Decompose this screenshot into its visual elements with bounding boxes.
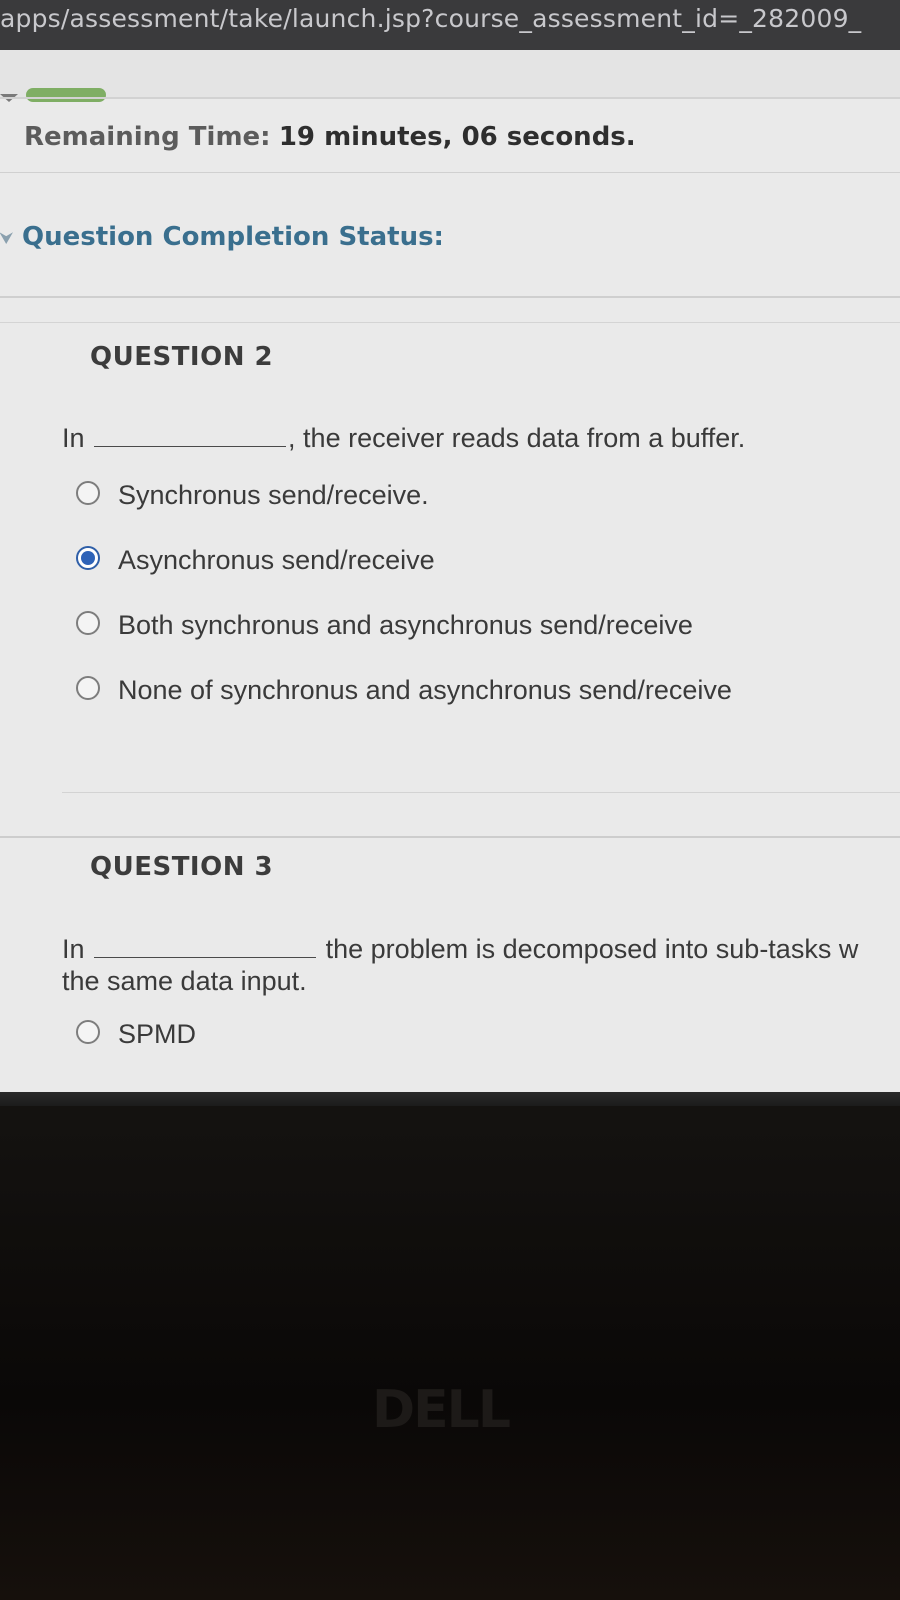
laptop-bezel — [0, 1092, 900, 1106]
divider — [0, 172, 900, 173]
radio-button[interactable] — [76, 1020, 100, 1044]
radio-button[interactable] — [76, 611, 100, 635]
header-strip — [0, 50, 900, 98]
chevron-down-icon: ⮟ — [0, 228, 13, 247]
question-3-text-line2: the same data input. — [62, 966, 307, 996]
fill-in-blank — [94, 935, 317, 958]
divider — [0, 836, 900, 838]
divider — [0, 322, 900, 323]
question-text-end: , the receiver reads data from a buffer. — [288, 423, 746, 453]
radio-button-selected[interactable] — [76, 546, 100, 570]
question-3-text: In the problem is decomposed into sub-ta… — [62, 933, 858, 965]
remaining-time-label: Remaining Time: — [24, 122, 271, 152]
dell-logo: DELL — [372, 1380, 511, 1440]
browser-address-bar[interactable]: apps/assessment/take/launch.jsp?course_a… — [0, 0, 900, 50]
url-text[interactable]: apps/assessment/take/launch.jsp?course_a… — [0, 4, 861, 33]
remaining-time: Remaining Time: 19 minutes, 06 seconds. — [24, 122, 636, 152]
fill-in-blank — [94, 424, 287, 447]
question-3-title: QUESTION 3 — [90, 852, 274, 882]
photo-frame: apps/assessment/take/launch.jsp?course_a… — [0, 0, 900, 1600]
answer-option-label[interactable]: Asynchronus send/receive — [118, 542, 435, 578]
radio-button[interactable] — [76, 676, 100, 700]
divider — [0, 296, 900, 298]
radio-button[interactable] — [76, 481, 100, 505]
completion-status-label: Question Completion Status: — [22, 222, 444, 252]
answer-option-label[interactable]: Synchronus send/receive. — [118, 477, 429, 513]
divider — [62, 792, 900, 793]
answer-option-label[interactable]: SPMD — [118, 1016, 196, 1052]
progress-indicator — [26, 88, 106, 102]
remaining-time-value: 19 minutes, 06 seconds. — [278, 122, 636, 152]
question-2-title: QUESTION 2 — [90, 342, 274, 372]
divider — [0, 97, 900, 99]
completion-status-toggle[interactable]: ⮟ Question Completion Status: — [0, 222, 444, 252]
assessment-page: Remaining Time: 19 minutes, 06 seconds. … — [0, 50, 900, 1092]
question-text-end: the problem is decomposed into sub-tasks… — [325, 934, 859, 964]
question-text-start: In — [62, 423, 85, 453]
answer-option-label[interactable]: None of synchronus and asynchronus send/… — [118, 672, 732, 708]
answer-option-label[interactable]: Both synchronus and asynchronus send/rec… — [118, 607, 693, 643]
question-text-start: In — [62, 934, 85, 964]
question-2-text: In , the receiver reads data from a buff… — [62, 422, 745, 454]
